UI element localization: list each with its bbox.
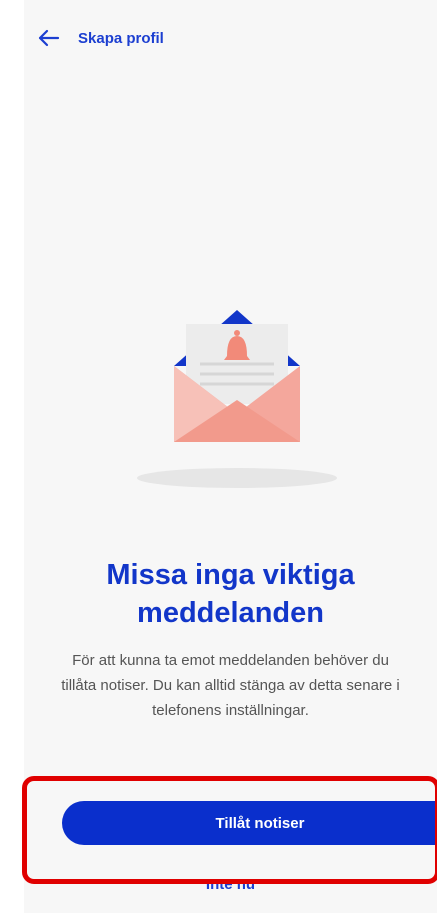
allow-notifications-button[interactable]: Tillåt notiser xyxy=(62,801,437,845)
header-back[interactable]: Skapa profil xyxy=(38,26,164,50)
page-title: Skapa profil xyxy=(78,29,164,47)
app-screen: Skapa profil Missa inga viktiga meddelan… xyxy=(24,0,437,913)
main-headline: Missa inga viktiga meddelanden xyxy=(106,559,355,629)
envelope-bell-icon xyxy=(134,300,340,500)
not-now-link[interactable]: Inte nu xyxy=(24,876,437,893)
arrow-left-icon[interactable] xyxy=(38,29,60,47)
description-text: För att kunna ta emot meddelanden behöve… xyxy=(61,652,400,719)
